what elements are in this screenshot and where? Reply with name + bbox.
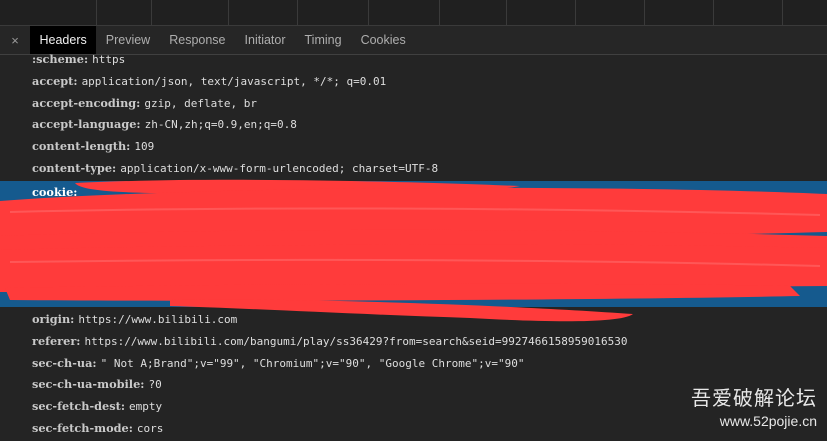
header-value: " Not A;Brand";v="99", "Chromium";v="90"… bbox=[100, 356, 525, 370]
header-row-content-length[interactable]: content-length: 109 bbox=[0, 136, 827, 158]
header-row-accept[interactable]: accept: application/json, text/javascript… bbox=[0, 71, 827, 93]
header-key: accept-language: bbox=[32, 117, 141, 132]
header-row-sec-ch-ua[interactable]: sec-ch-ua: " Not A;Brand";v="99", "Chromi… bbox=[0, 353, 827, 375]
header-key: sec-fetch-mode: bbox=[32, 420, 133, 435]
header-key: content-type: bbox=[32, 160, 117, 175]
header-key: origin: bbox=[32, 312, 75, 326]
header-value: application/x-www-form-urlencoded; chars… bbox=[120, 161, 439, 175]
header-key: :scheme: bbox=[32, 52, 89, 66]
close-icon[interactable]: × bbox=[0, 33, 30, 48]
header-value: https://www.bilibili.com bbox=[78, 313, 238, 326]
header-value: ?0 bbox=[148, 378, 162, 392]
header-value: gzip, deflate, br bbox=[144, 96, 257, 110]
header-value: empty bbox=[129, 400, 163, 413]
watermark-title: 吾爱破解论坛 bbox=[691, 386, 817, 410]
header-row-origin[interactable]: origin: https://www.bilibili.com bbox=[0, 309, 827, 331]
header-row-accept-language[interactable]: accept-language: zh-CN,zh;q=0.9,en;q=0.8 bbox=[0, 114, 827, 136]
header-key: sec-fetch-dest: bbox=[32, 399, 125, 413]
header-row-scheme[interactable]: :scheme: https bbox=[0, 49, 827, 71]
cookie-row-selected[interactable] bbox=[0, 181, 827, 307]
header-key: sec-ch-ua-mobile: bbox=[32, 377, 145, 392]
site-watermark: 吾爱破解论坛 www.52pojie.cn bbox=[691, 382, 817, 429]
header-value: https://www.bilibili.com/bangumi/play/ss… bbox=[84, 334, 628, 348]
watermark-url: www.52pojie.cn bbox=[719, 413, 817, 429]
cookie-key: cookie: bbox=[32, 185, 78, 199]
top-panel-grid bbox=[0, 0, 827, 26]
header-row-accept-encoding[interactable]: accept-encoding: gzip, deflate, br bbox=[0, 93, 827, 115]
header-row-content-type[interactable]: content-type: application/x-www-form-urle… bbox=[0, 158, 827, 180]
header-value: application/json, text/javascript, */*; … bbox=[81, 74, 387, 88]
header-key: accept-encoding: bbox=[32, 95, 141, 110]
header-key: accept: bbox=[32, 73, 78, 88]
header-value: zh-CN,zh;q=0.9,en;q=0.8 bbox=[144, 118, 297, 132]
header-row-referer[interactable]: referer: https://www.bilibili.com/bangumi… bbox=[0, 331, 827, 353]
request-headers-list-top: :scheme: https accept: application/json, t… bbox=[0, 49, 827, 180]
header-key: referer: bbox=[32, 333, 81, 348]
header-value: cors bbox=[136, 421, 164, 435]
header-value: https bbox=[92, 53, 126, 66]
header-key: sec-ch-ua: bbox=[32, 355, 97, 370]
header-key: content-length: bbox=[32, 139, 131, 153]
header-value: 109 bbox=[134, 140, 155, 153]
